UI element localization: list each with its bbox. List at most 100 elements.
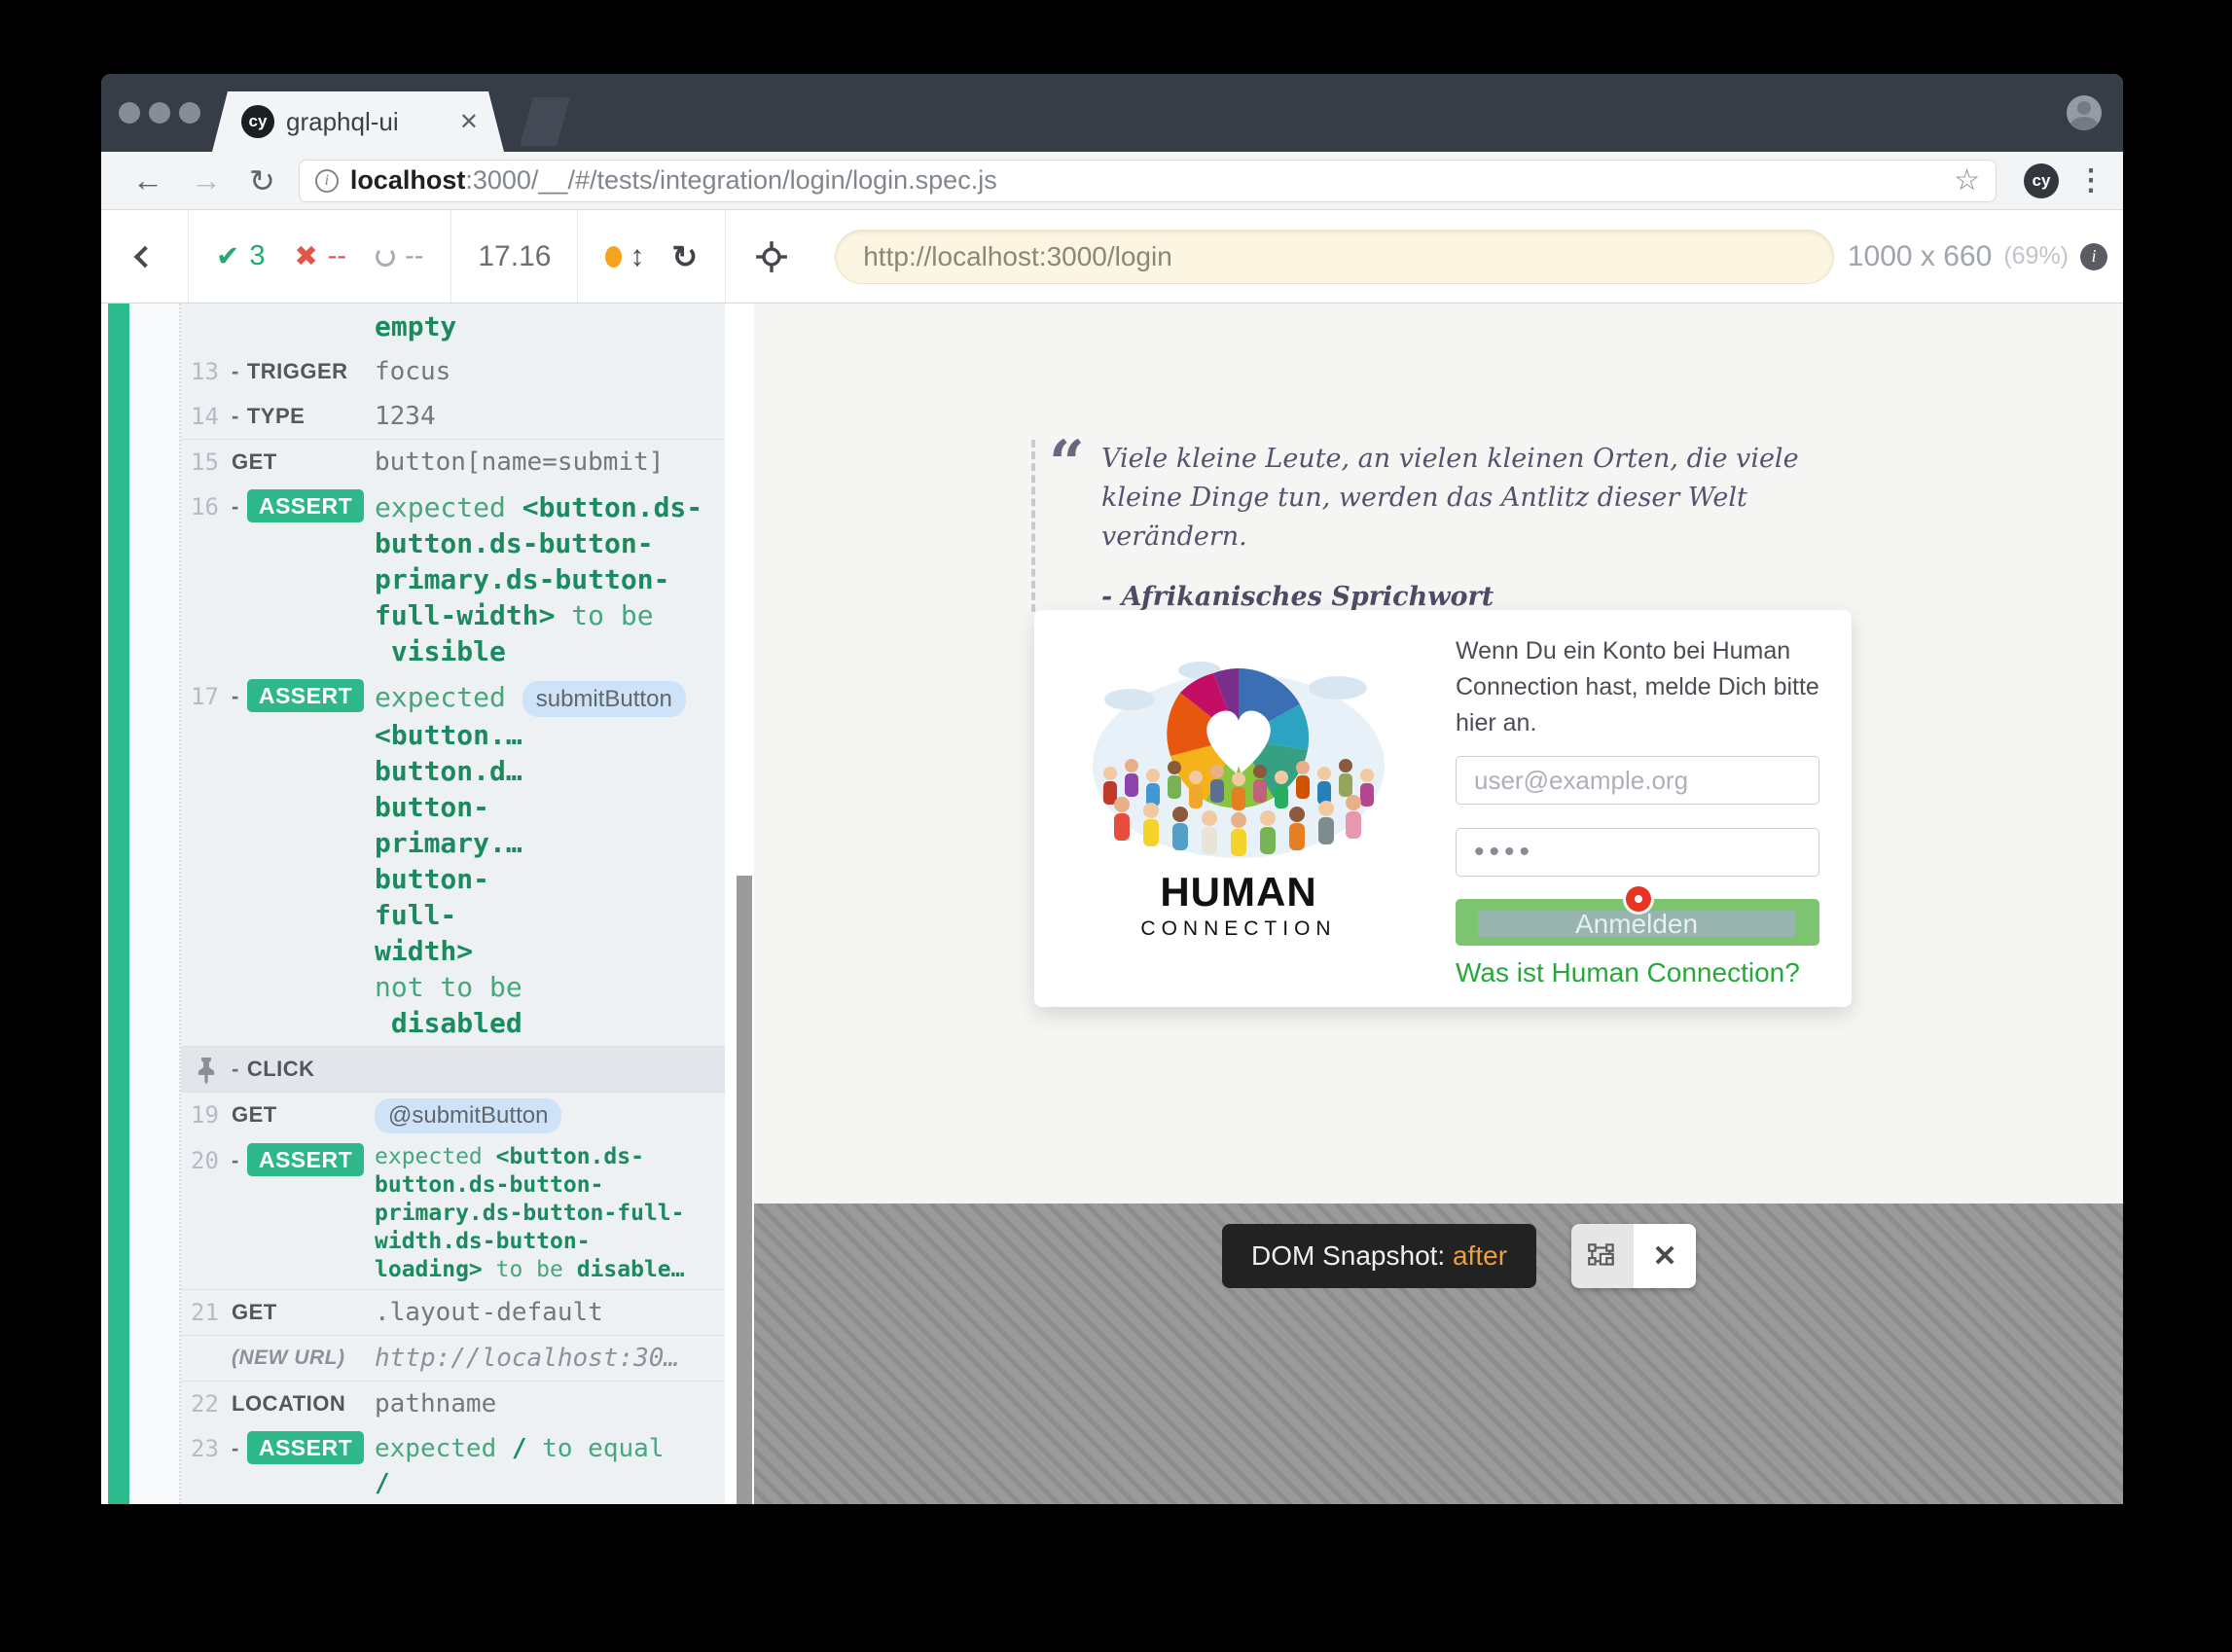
url-host: localhost bbox=[350, 165, 466, 195]
log-row[interactable]: -CLICK bbox=[181, 1046, 725, 1092]
log-row[interactable]: 21GET.layout-default bbox=[181, 1289, 725, 1335]
log-row[interactable]: (NEW URL)http://localhost:30… bbox=[181, 1335, 725, 1381]
log-scrollbar-thumb[interactable] bbox=[737, 876, 752, 1504]
log-scrollbar[interactable] bbox=[725, 304, 754, 1504]
assert-badge: ASSERT bbox=[247, 679, 364, 712]
log-row-method: GET bbox=[232, 445, 375, 480]
assert-badge: ASSERT bbox=[247, 489, 364, 522]
viewport-size: 1000 x 660 bbox=[1848, 240, 1992, 273]
pending-stat: -- bbox=[376, 240, 423, 272]
log-row[interactable]: 22LOCATIONpathname bbox=[181, 1381, 725, 1426]
log-row-number bbox=[181, 308, 232, 344]
log-row-message: pathname bbox=[375, 1386, 725, 1421]
bookmark-star-icon[interactable]: ☆ bbox=[1954, 163, 1980, 198]
human-connection-logo: HUMAN CONNECTION bbox=[1073, 649, 1404, 941]
log-row-method: -ASSERT bbox=[232, 1431, 375, 1501]
test-duration: 17.16 bbox=[451, 210, 578, 303]
toggle-highlights-button[interactable] bbox=[1571, 1224, 1634, 1288]
password-field[interactable] bbox=[1456, 828, 1819, 877]
log-row-method: GET bbox=[232, 1295, 375, 1330]
log-row-number: 23 bbox=[181, 1431, 232, 1501]
browser-window: cy graphql-ui ✕ ← → ↻ i localhost:3000/_… bbox=[101, 74, 2123, 1504]
quote-attribution: - Afrikanisches Sprichwort bbox=[1101, 582, 1858, 612]
log-row-number: 16 bbox=[181, 489, 232, 669]
log-row-method: GET bbox=[232, 1097, 375, 1133]
log-row-message: expected <button.ds- button.ds-button- p… bbox=[375, 489, 725, 669]
log-row-number bbox=[181, 1341, 232, 1376]
check-icon: ✔ bbox=[216, 239, 239, 273]
back-to-tests-button[interactable] bbox=[101, 210, 189, 303]
what-is-link[interactable]: Was ist Human Connection? bbox=[1456, 957, 1800, 988]
log-row-number: 17 bbox=[181, 679, 232, 1041]
log-row[interactable]: 13-TRIGGERfocus bbox=[181, 349, 725, 394]
dom-snapshot-bar: DOM Snapshot: after bbox=[1222, 1224, 1696, 1288]
log-row[interactable]: 20-ASSERTexpected <button.ds- button.ds-… bbox=[181, 1138, 725, 1289]
viewport-info-icon[interactable]: i bbox=[2080, 243, 2107, 270]
browser-tab[interactable]: cy graphql-ui ✕ bbox=[212, 91, 504, 152]
new-tab-button[interactable] bbox=[520, 97, 570, 146]
zoom-window-button[interactable] bbox=[179, 102, 200, 124]
command-log-panel: empty13-TRIGGERfocus14-TYPE123415GETbutt… bbox=[101, 304, 754, 1504]
back-icon[interactable]: ← bbox=[132, 162, 163, 198]
autoscroll-toggle[interactable]: ↕ bbox=[605, 240, 644, 273]
log-row-method: (NEW URL) bbox=[232, 1341, 375, 1376]
cypress-toolbar: ✔3 ✖-- -- 17.16 ↕ ↻ http://localhost:300… bbox=[101, 210, 2123, 304]
log-row-number: 20 bbox=[181, 1143, 232, 1284]
runner-content: empty13-TRIGGERfocus14-TYPE123415GETbutt… bbox=[101, 304, 2123, 1504]
viewport-info: 1000 x 660 (69%) i bbox=[1848, 210, 2123, 303]
updown-arrow-icon: ↕ bbox=[630, 240, 644, 273]
log-row-message: 1234 bbox=[375, 399, 725, 434]
x-icon: ✖ bbox=[294, 239, 317, 273]
login-card: HUMAN CONNECTION Wenn Du ein Konto bei H… bbox=[1034, 610, 1852, 1007]
forward-icon[interactable]: → bbox=[191, 162, 222, 198]
log-row[interactable]: 17-ASSERTexpected submitButton <button.…… bbox=[181, 674, 725, 1046]
log-row[interactable]: 19GET@submitButton bbox=[181, 1092, 725, 1138]
log-row-method: -ASSERT bbox=[232, 489, 375, 669]
log-row-message: focus bbox=[375, 354, 725, 389]
page-info-icon[interactable]: i bbox=[315, 169, 339, 193]
browser-address-bar: ← → ↻ i localhost:3000/__/#/tests/integr… bbox=[101, 152, 2123, 210]
minimize-window-button[interactable] bbox=[149, 102, 170, 124]
cypress-extension-icon[interactable]: cy bbox=[2024, 163, 2059, 198]
reload-icon[interactable]: ↻ bbox=[249, 162, 275, 199]
log-row[interactable]: 16-ASSERTexpected <button.ds- button.ds-… bbox=[181, 485, 725, 674]
traffic-lights[interactable] bbox=[119, 102, 200, 124]
crosshair-icon bbox=[755, 240, 788, 273]
log-row[interactable]: 15GETbutton[name=submit] bbox=[181, 439, 725, 485]
logo-title: HUMAN bbox=[1073, 869, 1404, 916]
log-row-message: expected submitButton <button.… button.d… bbox=[375, 679, 725, 1041]
log-row-method: -TRIGGER bbox=[232, 354, 375, 389]
profile-avatar-icon[interactable] bbox=[2067, 95, 2102, 130]
titlebar: cy graphql-ui ✕ bbox=[101, 74, 2123, 152]
rerun-tests-icon[interactable]: ↻ bbox=[671, 238, 698, 275]
log-row[interactable]: 23-ASSERTexpected / to equal / bbox=[181, 1426, 725, 1504]
log-row-message: @submitButton bbox=[375, 1097, 725, 1133]
alias-pill[interactable]: submitButton bbox=[522, 681, 686, 717]
log-row-message: button[name=submit] bbox=[375, 445, 725, 480]
url-input[interactable]: i localhost:3000/__/#/tests/integration/… bbox=[299, 160, 1997, 202]
log-row-message: empty bbox=[375, 308, 725, 344]
email-field[interactable] bbox=[1456, 756, 1819, 805]
close-snapshot-button[interactable]: ✕ bbox=[1634, 1224, 1696, 1288]
log-row-method: -ASSERT bbox=[232, 679, 375, 1041]
aut-url-field[interactable]: http://localhost:3000/login bbox=[835, 230, 1834, 284]
aut-iframe: “ Viele kleine Leute, an vielen kleinen … bbox=[754, 304, 2123, 1504]
alias-pill[interactable]: @submitButton bbox=[375, 1098, 561, 1133]
submit-button[interactable]: Anmelden bbox=[1456, 899, 1819, 946]
url-path: :3000/__/#/tests/integration/login/login… bbox=[465, 165, 996, 195]
selector-playground-button[interactable] bbox=[726, 210, 817, 303]
close-window-button[interactable] bbox=[119, 102, 140, 124]
quote-text: Viele kleine Leute, an vielen kleinen Or… bbox=[1101, 440, 1841, 557]
log-row[interactable]: empty bbox=[181, 304, 725, 349]
log-row-method: -ASSERT bbox=[232, 1143, 375, 1284]
log-gutter bbox=[129, 304, 181, 1504]
cypress-favicon: cy bbox=[241, 105, 274, 138]
failed-stat: ✖-- bbox=[294, 239, 346, 273]
log-row-number: 13 bbox=[181, 354, 232, 389]
log-row[interactable]: 14-TYPE1234 bbox=[181, 394, 725, 439]
screenshot-stage: cy graphql-ui ✕ ← → ↻ i localhost:3000/_… bbox=[0, 0, 2232, 1652]
browser-menu-icon[interactable]: ⋮ bbox=[2076, 163, 2106, 198]
tab-close-icon[interactable]: ✕ bbox=[459, 108, 479, 136]
log-row-message: expected / to equal / bbox=[375, 1431, 725, 1501]
login-intro-text: Wenn Du ein Konto bei Human Connection h… bbox=[1456, 633, 1821, 741]
